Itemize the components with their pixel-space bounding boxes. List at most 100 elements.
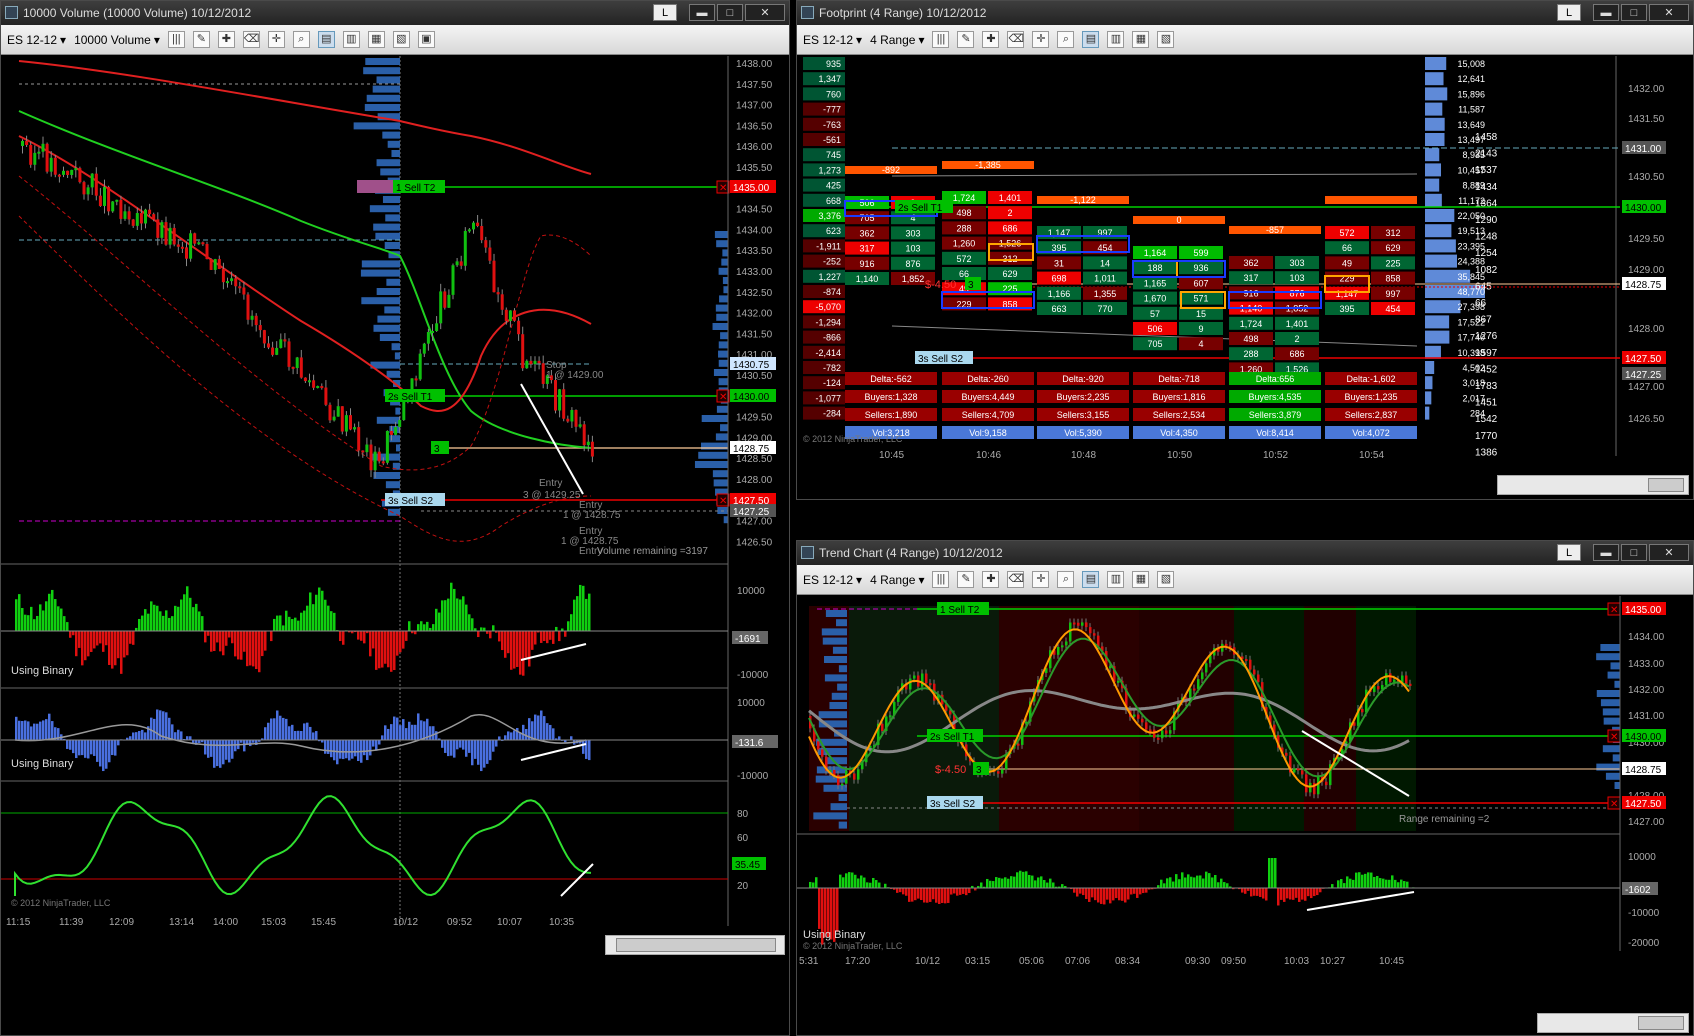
drawing-tool-icon[interactable]: ✚ (217, 31, 235, 48)
eraser-icon[interactable]: ⌫ (1007, 571, 1025, 588)
crosshair-icon[interactable]: ✛ (267, 31, 285, 48)
strategies-icon[interactable]: ▦ (1132, 571, 1150, 588)
strategies-icon[interactable]: ▦ (1132, 31, 1150, 48)
eraser-icon[interactable]: ⌫ (1007, 31, 1025, 48)
volume-profile-bar (391, 343, 400, 351)
title-bar[interactable]: Trend Chart (4 Range) 10/12/2012 L ▬ □ ✕ (797, 541, 1693, 565)
candle (1137, 714, 1140, 719)
minimize-button[interactable]: ▬ (689, 4, 715, 21)
instrument-selector[interactable]: ES 12-12 ▾ (803, 33, 862, 47)
link-button[interactable]: L (1557, 544, 1581, 561)
chart-trader-icon[interactable]: ▣ (417, 31, 435, 48)
drawing-tool-icon[interactable]: ✚ (982, 571, 1000, 588)
indicators-icon[interactable]: ▥ (1107, 31, 1125, 48)
close-button[interactable]: ✕ (1649, 4, 1689, 21)
bar-delta-marker (1325, 196, 1417, 204)
properties-icon[interactable]: ▧ (1157, 31, 1175, 48)
crosshair-icon[interactable]: ✛ (1032, 31, 1050, 48)
period-selector[interactable]: 10000 Volume ▾ (74, 33, 160, 47)
zoom-icon[interactable]: ⌕ (1057, 571, 1075, 588)
volume-profile-bar (395, 407, 400, 415)
pencil-icon[interactable]: ✎ (957, 31, 975, 48)
period-selector[interactable]: 4 Range ▾ (870, 33, 924, 47)
footprint-cell-value: 4 (910, 213, 915, 223)
price-tick-label: 1427.00 (1628, 817, 1665, 828)
footprint-cell-value: 1,401 (1286, 319, 1309, 329)
delta-bar (327, 605, 330, 631)
close-button[interactable]: ✕ (1649, 544, 1689, 561)
bar-type-icon[interactable]: ||| (932, 571, 950, 588)
close-button[interactable]: ✕ (745, 4, 785, 21)
candle (119, 199, 123, 219)
eraser-icon[interactable]: ⌫ (242, 31, 260, 48)
footprint-chart[interactable]: 935 1,347 760 -777 -763 -561 745 1,273 425 668 3,3… (797, 56, 1693, 476)
maximize-button[interactable]: □ (1621, 544, 1647, 561)
cvd-bar (204, 740, 207, 755)
period-selector[interactable]: 4 Range ▾ (870, 573, 924, 587)
maximize-button[interactable]: □ (717, 4, 743, 21)
properties-icon[interactable]: ▧ (1157, 571, 1175, 588)
zoom-icon[interactable]: ⌕ (1057, 31, 1075, 48)
link-button[interactable]: L (653, 4, 677, 21)
delta-bar (944, 888, 947, 904)
candle (484, 240, 488, 248)
minimize-button[interactable]: ▬ (1593, 544, 1619, 561)
candle (111, 201, 115, 212)
cvd-bar (462, 740, 465, 750)
title-bar[interactable]: Footprint (4 Range) 10/12/2012 L ▬ □ ✕ (797, 1, 1693, 25)
data-box-icon[interactable]: ▤ (1082, 571, 1100, 588)
title-bar[interactable]: 10000 Volume (10000 Volume) 10/12/2012 L… (1, 1, 789, 25)
trend-chart[interactable]: 1 Sell T2 2s Sell T1 3 $-4.50 3s Sell S2 ✕ ✕ ✕ R… (797, 596, 1693, 1014)
sell-t1-order-label: 2s Sell T1 (388, 392, 433, 403)
instrument-selector[interactable]: ES 12-12 ▾ (7, 33, 66, 47)
delta-bar (402, 631, 405, 649)
delta-bar (1271, 858, 1274, 888)
indicators-icon[interactable]: ▥ (342, 31, 360, 48)
indicators-icon[interactable]: ▥ (1107, 571, 1125, 588)
candle (213, 259, 217, 270)
delta-bar (303, 610, 306, 631)
horizontal-scrollbar[interactable] (605, 935, 785, 955)
data-box-icon[interactable]: ▤ (317, 31, 335, 48)
footprint-cell-value: 686 (1289, 349, 1304, 359)
scrollbar-thumb[interactable] (1648, 478, 1684, 492)
link-button[interactable]: L (1557, 4, 1581, 21)
delta-bar (45, 601, 48, 631)
right-count-value: 1386 (1475, 447, 1498, 458)
horizontal-scrollbar[interactable] (1537, 1013, 1689, 1033)
delta-bar (180, 599, 183, 631)
candle (82, 182, 86, 195)
footprint-cell-value: 303 (1289, 258, 1304, 268)
footprint-cell-value: 312 (1385, 228, 1400, 238)
volume-profile-bar (373, 223, 400, 231)
strategies-icon[interactable]: ▦ (367, 31, 385, 48)
bar-type-icon[interactable]: ||| (167, 31, 185, 48)
data-box-icon[interactable]: ▤ (1082, 31, 1100, 48)
crosshair-icon[interactable]: ✛ (1032, 571, 1050, 588)
drawing-tool-icon[interactable]: ✚ (982, 31, 1000, 48)
delta-bar (815, 877, 818, 888)
horizontal-scrollbar[interactable] (1497, 475, 1689, 495)
delta-bar (926, 888, 929, 903)
footprint-cell-value: 317 (859, 244, 874, 254)
maximize-button[interactable]: □ (1621, 4, 1647, 21)
zoom-icon[interactable]: ⌕ (292, 31, 310, 48)
scrollbar-thumb[interactable] (1638, 1016, 1684, 1030)
time-axis-label: 10:48 (1071, 450, 1096, 461)
footprint-cell-value: 2 (1294, 334, 1299, 344)
delta-bar (1076, 888, 1079, 897)
pencil-icon[interactable]: ✎ (957, 571, 975, 588)
candle (537, 360, 541, 364)
instrument-selector[interactable]: ES 12-12 ▾ (803, 573, 862, 587)
delta-bar (1088, 888, 1091, 902)
pencil-icon[interactable]: ✎ (192, 31, 210, 48)
delta-bar (141, 615, 144, 631)
properties-icon[interactable]: ▧ (392, 31, 410, 48)
bar-type-icon[interactable]: ||| (932, 31, 950, 48)
candle (369, 444, 373, 471)
volume-price-chart[interactable]: 1438.00 1437.50 1437.00 1436.50 1436.00 1435.… (1, 56, 789, 1010)
delta-bar (1124, 888, 1127, 903)
scrollbar-thumb[interactable] (616, 938, 776, 952)
minimize-button[interactable]: ▬ (1593, 4, 1619, 21)
footprint-cell-value: 876 (905, 259, 920, 269)
